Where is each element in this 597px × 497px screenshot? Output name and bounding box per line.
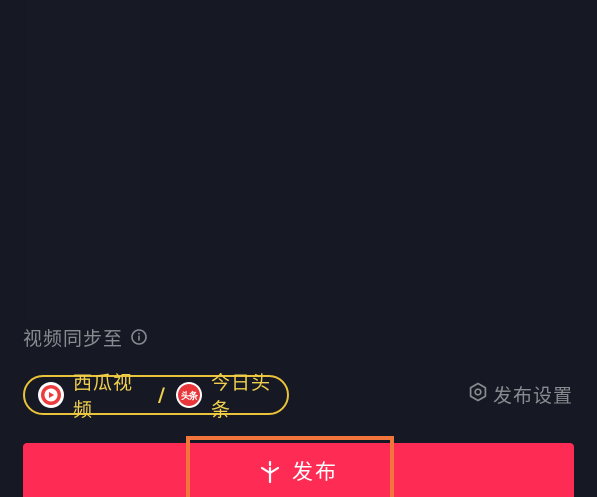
sync-to-row: 视频同步至 <box>23 324 147 350</box>
publish-button[interactable]: 发布 <box>23 443 574 497</box>
video-preview-area <box>0 0 597 320</box>
publish-settings-label: 发布设置 <box>492 384 573 407</box>
platform-toutiao-label: 今日头条 <box>210 372 271 421</box>
info-icon[interactable] <box>131 329 147 345</box>
toutiao-icon: 头条 <box>175 382 202 408</box>
publish-screen: 视频同步至 西瓜视频 / 头条 今日头条 发布设置 发布 <box>0 0 597 497</box>
hexagon-settings-icon <box>468 382 488 406</box>
publish-settings-button[interactable]: 发布设置 <box>468 381 573 407</box>
sync-platforms-pill[interactable]: 西瓜视频 / 头条 今日头条 <box>23 372 289 421</box>
preview-panel <box>26 0 140 320</box>
platform-separator: / <box>158 384 165 406</box>
sync-to-label: 视频同步至 <box>23 327 124 350</box>
publish-button-label: 发布 <box>292 460 338 484</box>
sparkle-icon <box>259 460 281 488</box>
xigua-video-icon <box>38 382 64 408</box>
toutiao-icon-text: 头条 <box>177 384 200 406</box>
platform-xigua-label: 西瓜视频 <box>73 372 134 421</box>
publish-button-content: 发布 <box>23 443 574 497</box>
